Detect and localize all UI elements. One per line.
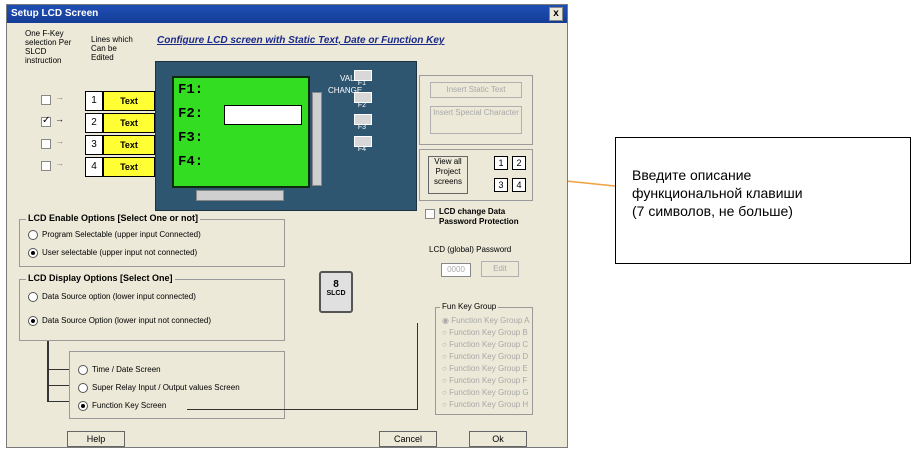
lcd-line-3: F3: [178,130,204,146]
fun-key-item-g[interactable]: ○ Function Key Group G [442,388,529,397]
screen-num-3[interactable]: 3 [494,178,508,192]
config-caption: Configure LCD screen with Static Text, D… [157,35,445,46]
lcd-line-2: F2: [178,106,204,122]
lcd-line-4: F4: [178,154,204,170]
line-text-button-4[interactable]: Text [103,157,155,177]
fun-key-item-b[interactable]: ○ Function Key Group B [442,328,528,337]
enable-radio-2[interactable] [28,248,38,258]
f3-key-label: F3 [357,124,367,131]
fun-key-item-e[interactable]: ○ Function Key Group E [442,364,528,373]
line-checkbox-3[interactable] [41,139,51,149]
callout-line-1: Введите описание [632,167,752,183]
screen-num-1[interactable]: 1 [494,156,508,170]
fun-key-group-title: Fun Key Group [440,302,499,311]
view-all-group: View all Project screens 1 2 3 4 [419,149,533,201]
screen-radio-1[interactable] [78,365,88,375]
display-label-1: Data Source option (lower input connecte… [42,292,196,301]
fun-key-item-d[interactable]: ○ Function Key Group D [442,352,528,361]
window-title: Setup LCD Screen [11,8,99,19]
fun-key-group: Fun Key Group ◉ Function Key Group A ○ F… [435,302,533,415]
line-number-2: 2 [85,113,103,133]
close-icon[interactable]: x [549,7,563,21]
screen-radio-3[interactable] [78,401,88,411]
lcd-global-password-label: LCD (global) Password [429,245,512,254]
checkmark-icon: ✓ [42,115,51,126]
insert-static-text-button[interactable]: Insert Static Text [430,82,522,98]
change-label: CHANGE [328,86,363,95]
fun-key-item-f[interactable]: ○ Function Key Group F [442,376,527,385]
lcd-line-1: F1: [178,82,204,98]
slcd-number: 8 [333,279,339,290]
display-label-2: Data Source Option (lower input not conn… [42,316,211,325]
line-text-button-2[interactable]: Text [103,113,155,133]
arrow-icon: → [55,158,64,168]
tree-line-vertical [47,341,49,401]
connector-line-vertical [417,323,418,410]
screen-label-1: Time / Date Screen [92,365,161,374]
tree-line-3 [47,401,69,402]
password-field[interactable]: 0000 [441,263,471,277]
slcd-block: 8 SLCD [319,271,353,313]
f2-key-label: F2 [357,102,367,109]
arrow-icon: → [55,136,64,146]
lcd-vertical-scrollbar[interactable] [312,92,322,186]
callout-line-2: функциональной клавиши [632,185,803,201]
line-number-4: 4 [85,157,103,177]
arrow-icon: → [55,92,64,102]
lcd-horizontal-scrollbar[interactable] [196,190,284,201]
enable-label-1: Program Selectable (upper input Connecte… [42,230,201,239]
display-options-group: LCD Display Options [Select One] Data So… [19,273,285,341]
ok-button[interactable]: Ok [469,431,527,447]
connector-line [187,409,417,410]
callout-box: Введите описание функциональной клавиши … [615,137,911,264]
slcd-label: SLCD [326,290,346,297]
enable-label-2: User selectable (upper input not connect… [42,248,198,257]
f4-key-label: F4 [357,146,367,153]
lines-edit-label: Lines which Can be Edited [91,35,133,62]
enable-radio-1[interactable] [28,230,38,240]
f1-key-label: F1 [357,80,367,87]
callout-line-3: (7 символов, не больше) [632,203,793,219]
tree-line-2 [47,385,69,386]
title-bar: Setup LCD Screen x [7,5,567,23]
line-number-1: 1 [85,91,103,111]
edit-password-button[interactable]: Edit [481,261,519,277]
display-radio-1[interactable] [28,292,38,302]
fun-key-item-a[interactable]: ◉ Function Key Group A [442,316,529,325]
screen-radio-2[interactable] [78,383,88,393]
lcd-screen: F1: F2: F3: F4: [172,76,310,188]
lcd-change-password-label: LCD change Data Password Protection [439,207,519,226]
lcd-device: F1: F2: F3: F4: CHANGE VALUE F1 F2 F3 F4 [155,61,417,211]
line-text-button-3[interactable]: Text [103,135,155,155]
display-options-title: LCD Display Options [Select One] [26,273,175,283]
insert-special-character-button[interactable]: Insert Special Character [430,106,522,134]
value-label: VALUE [340,74,366,83]
line-checkbox-2[interactable]: ✓ [41,115,51,127]
line-number-3: 3 [85,135,103,155]
lcd-change-password-checkbox[interactable] [425,209,435,219]
help-button[interactable]: Help [67,431,125,447]
fun-key-item-c[interactable]: ○ Function Key Group C [442,340,528,349]
fun-key-item-h[interactable]: ○ Function Key Group H [442,400,528,409]
screen-num-4[interactable]: 4 [512,178,526,192]
one-fkey-label: One F-Key selection Per SLCD instruction [25,29,72,65]
screen-label-2: Super Relay Input / Output values Screen [92,383,240,392]
tree-line-1 [47,369,69,370]
line-text-button-1[interactable]: Text [103,91,155,111]
view-all-screens-button[interactable]: View all Project screens [428,156,468,194]
display-radio-2[interactable] [28,316,38,326]
screen-num-2[interactable]: 2 [512,156,526,170]
enable-options-title: LCD Enable Options [Select One or not] [26,213,201,223]
line-checkbox-4[interactable] [41,161,51,171]
setup-lcd-window: Setup LCD Screen x One F-Key selection P… [6,4,568,448]
insert-group: Insert Static Text Insert Special Charac… [419,75,533,145]
lcd-line-2-input[interactable] [224,105,302,125]
line-checkbox-1[interactable] [41,95,51,105]
arrow-icon: → [55,114,64,124]
enable-options-group: LCD Enable Options [Select One or not] P… [19,213,285,267]
cancel-button[interactable]: Cancel [379,431,437,447]
screen-label-3: Function Key Screen [92,401,167,410]
